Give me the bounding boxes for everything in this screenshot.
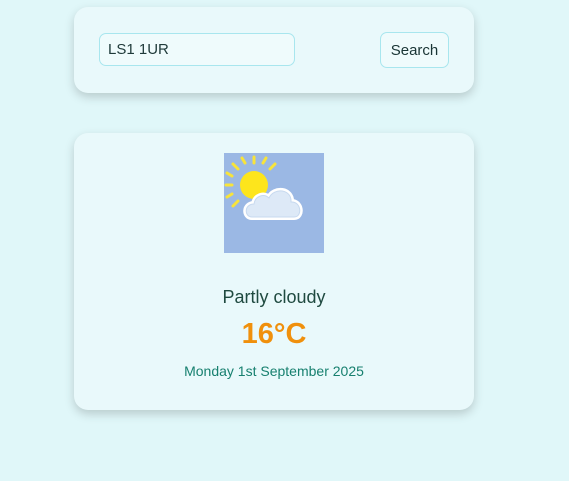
search-card: Search <box>74 7 474 93</box>
weather-card: Partly cloudy 16°C Monday 1st September … <box>74 133 474 410</box>
search-button[interactable]: Search <box>380 32 449 68</box>
temperature: 16°C <box>241 318 307 350</box>
partly-cloudy-icon <box>224 153 324 253</box>
forecast-date: Monday 1st September 2025 <box>184 363 364 379</box>
search-input[interactable] <box>99 33 295 66</box>
weather-condition: Partly cloudy <box>222 287 326 307</box>
